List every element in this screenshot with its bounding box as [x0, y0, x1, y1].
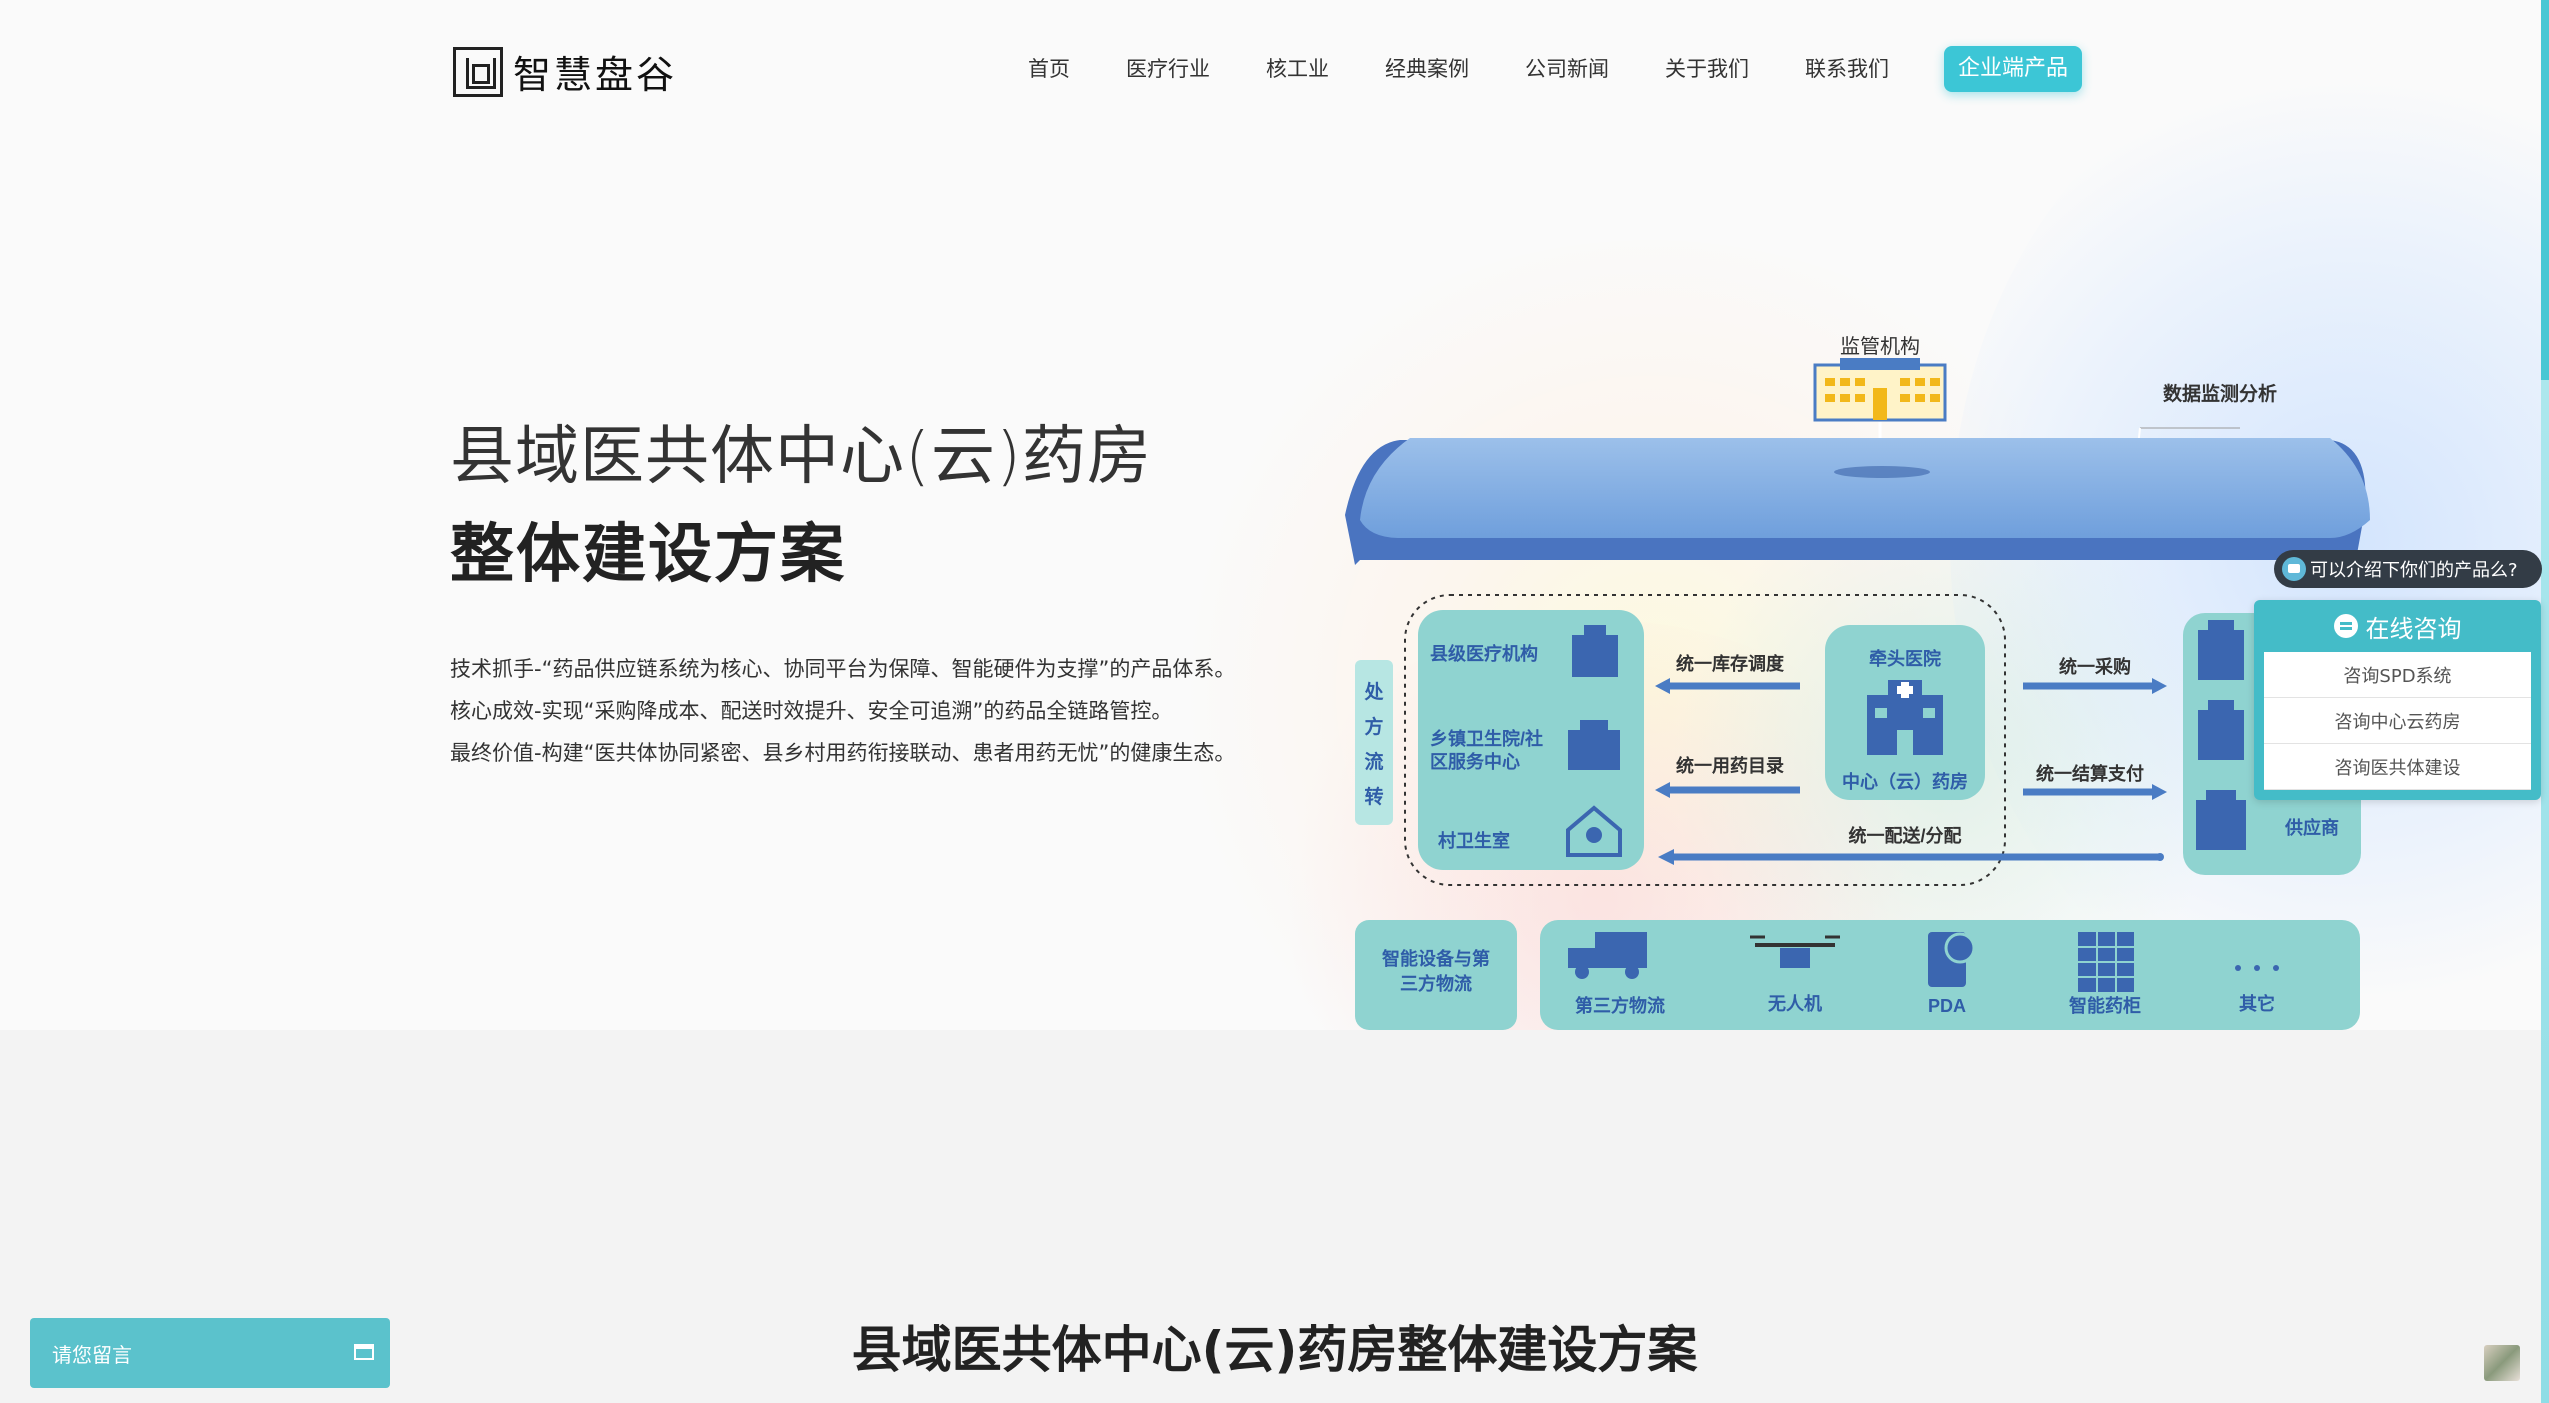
flow-distribution-label: 统一配送/分配 — [1848, 825, 1961, 846]
online-consult-panel: 在线咨询 咨询SPD系统 咨询中心云药房 咨询医共体建设 — [2254, 600, 2541, 800]
node-county-hospital: 县级医疗机构 — [1430, 643, 1538, 664]
corner-thumbnail[interactable] — [2484, 1345, 2520, 1381]
node-village-clinic: 村卫生室 — [1438, 830, 1510, 851]
device-drone-label: 无人机 — [1768, 994, 1822, 1014]
hero-title: 县域医共体中心(云)药房 — [450, 420, 1152, 494]
consult-alliance-link[interactable]: 咨询医共体建设 — [2264, 744, 2531, 790]
hero-desc-line: 核心成效-实现“采购降成本、配送时效提升、安全可追溯”的药品全链路管控。 — [450, 699, 1173, 723]
leave-message-label: 请您留言 — [52, 1342, 132, 1367]
minimize-icon[interactable] — [354, 1344, 374, 1360]
side-label-char: 转 — [1364, 785, 1383, 808]
regulator-building-icon — [1813, 358, 1947, 422]
side-label-char: 处 — [1363, 680, 1384, 703]
chat-prompt-bubble[interactable]: 可以介绍下你们的产品么? — [2274, 550, 2542, 588]
consult-spd-link[interactable]: 咨询SPD系统 — [2264, 652, 2531, 698]
flow-catalog-arrow — [1655, 782, 1800, 798]
nav-item-nuclear[interactable]: 核工业 — [1238, 46, 1357, 92]
node-township-line1: 乡镇卫生院/社 — [1430, 728, 1543, 749]
device-cabinet-label: 智能药柜 — [2069, 995, 2141, 1016]
architecture-diagram: 监管机构 数据监测分析 处 方 流 转 县级医疗机构 乡镇卫生院/社 区服务中心… — [1345, 335, 2370, 1030]
device-other-label: 其它 — [2239, 993, 2275, 1014]
hero-desc-line: 技术抓手-“药品供应链系统为核心、协同平台为保障、智能硬件为支撑”的产品体系。 — [450, 657, 1236, 681]
flow-procurement-arrow — [2023, 678, 2167, 694]
node-township-line2: 区服务中心 — [1430, 751, 1520, 772]
flow-settlement-label: 统一结算支付 — [2036, 763, 2144, 784]
cloud-platform — [1345, 438, 2370, 565]
site-header: 智慧盘谷 首页 医疗行业 核工业 经典案例 公司新闻 关于我们 联系我们 企业端… — [0, 0, 2549, 140]
hero-section: 智慧盘谷 首页 医疗行业 核工业 经典案例 公司新闻 关于我们 联系我们 企业端… — [0, 0, 2549, 1030]
consult-header[interactable]: 在线咨询 — [2254, 600, 2541, 652]
brand-name: 智慧盘谷 — [513, 53, 678, 97]
hero-description: 技术抓手-“药品供应链系统为核心、协同平台为保障、智能硬件为支撑”的产品体系。 … — [450, 648, 1235, 774]
supplier-building-icon — [2196, 620, 2246, 850]
scrollbar-thumb[interactable] — [2541, 0, 2549, 380]
flow-settlement-arrow — [2023, 784, 2167, 800]
enterprise-products-button[interactable]: 企业端产品 — [1944, 46, 2083, 92]
bottom-label-line2: 三方物流 — [1400, 973, 1472, 994]
nav-item-cases[interactable]: 经典案例 — [1357, 46, 1497, 92]
logo[interactable]: 智慧盘谷 — [453, 44, 677, 99]
flow-distribution-arrow — [1658, 849, 2164, 865]
logo-icon — [453, 46, 503, 97]
flow-inventory-arrow — [1655, 678, 1800, 694]
data-monitor-label: 数据监测分析 — [2163, 382, 2277, 405]
regulator-label: 监管机构 — [1840, 335, 1920, 358]
chat-prompt-text: 可以介绍下你们的产品么? — [2310, 560, 2518, 581]
hero-subtitle: 整体建设方案 — [450, 518, 846, 592]
device-logistics-label: 第三方物流 — [1575, 995, 1665, 1016]
device-pda-label: PDA — [1928, 996, 1966, 1016]
message-icon — [2333, 614, 2358, 638]
flow-procurement-label: 统一采购 — [2059, 656, 2131, 677]
bottom-label-line1: 智能设备与第 — [1382, 948, 1490, 969]
nav-item-about[interactable]: 关于我们 — [1637, 46, 1777, 92]
central-pharmacy-label: 中心（云）药房 — [1842, 771, 1968, 792]
flow-inventory-label: 统一库存调度 — [1676, 653, 1785, 674]
nav-item-news[interactable]: 公司新闻 — [1497, 46, 1637, 92]
leave-message-widget[interactable]: 请您留言 — [30, 1318, 390, 1388]
main-nav: 首页 医疗行业 核工业 经典案例 公司新闻 关于我们 联系我们 企业端产品 — [1000, 46, 2083, 92]
flow-catalog-label: 统一用药目录 — [1676, 755, 1784, 776]
side-label-char: 流 — [1364, 750, 1383, 773]
consult-title: 在线咨询 — [2365, 614, 2462, 643]
smart-cabinet-icon — [2078, 932, 2134, 992]
side-label-char: 方 — [1364, 715, 1383, 738]
hero-desc-line: 最终价值-构建“医共体协同紧密、县乡村用药衔接联动、患者用药无忧”的健康生态。 — [450, 741, 1236, 765]
nav-item-home[interactable]: 首页 — [1000, 46, 1098, 92]
chat-icon — [2282, 557, 2306, 581]
consult-cloud-pharmacy-link[interactable]: 咨询中心云药房 — [2264, 698, 2531, 744]
lead-hospital-label: 牵头医院 — [1869, 648, 1941, 669]
scrollbar[interactable] — [2541, 0, 2549, 1403]
supplier-label: 供应商 — [2284, 817, 2339, 838]
nav-item-contact[interactable]: 联系我们 — [1777, 46, 1917, 92]
nav-item-medical[interactable]: 医疗行业 — [1098, 46, 1238, 92]
